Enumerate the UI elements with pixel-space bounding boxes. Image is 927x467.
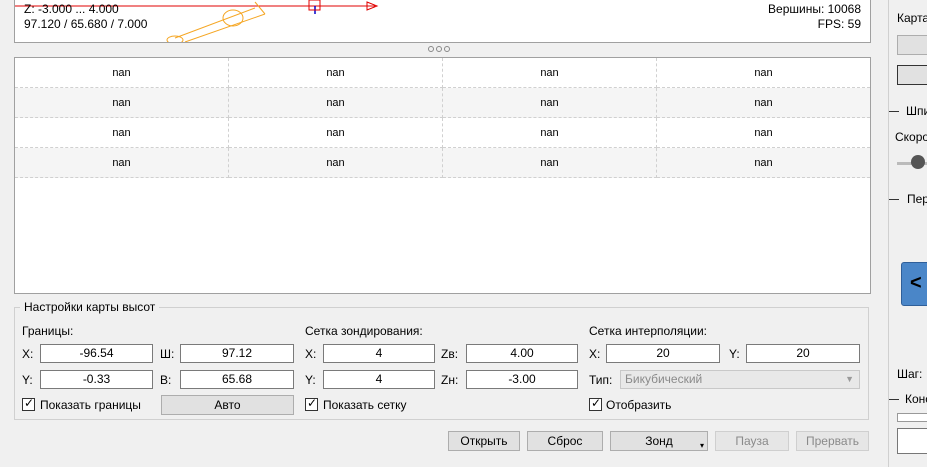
interp-y-input[interactable]: 20	[746, 344, 860, 363]
bounds-height-label: В:	[160, 373, 172, 387]
jog-left-button[interactable]: <	[901, 262, 927, 306]
fps-readout: FPS: 59	[817, 17, 861, 31]
bounds-y-input[interactable]: -0.33	[40, 370, 153, 389]
z-range-readout: Z: -3.000 ... 4.000	[24, 2, 119, 16]
heightmap-settings-title: Настройки карты высот	[20, 300, 160, 314]
interp-type-select[interactable]: Бикубический ▼	[620, 370, 860, 389]
table-cell[interactable]: nan	[229, 58, 443, 88]
table-cell[interactable]: nan	[443, 88, 657, 118]
heightmap-settings-group	[14, 307, 869, 420]
table-cell[interactable]: nan	[657, 118, 870, 148]
jog-title: Пер	[907, 192, 927, 206]
chevron-left-icon: <	[910, 272, 922, 294]
show-bounds-checkbox[interactable]	[22, 396, 35, 411]
show-grid-label[interactable]: Показать сетку	[323, 398, 407, 412]
abort-button[interactable]: Прервать	[796, 431, 869, 451]
probe-x-input[interactable]: 4	[323, 344, 435, 363]
interp-type-label: Тип:	[589, 373, 613, 387]
pause-button[interactable]: Пауза	[715, 431, 789, 451]
speed-slider-handle[interactable]	[911, 155, 925, 169]
probe-y-input[interactable]: 4	[323, 370, 435, 389]
bounds-label: Границы:	[22, 324, 74, 338]
table-cell[interactable]: nan	[657, 148, 870, 178]
interp-x-input[interactable]: 20	[606, 344, 720, 363]
panel-divider	[888, 0, 889, 467]
table-cell[interactable]: nan	[15, 58, 229, 88]
auto-button[interactable]: Авто	[161, 395, 294, 415]
show-interp-label[interactable]: Отобразить	[606, 398, 671, 412]
table-cell[interactable]: nan	[229, 118, 443, 148]
speed-label: Скоро	[895, 130, 927, 144]
map-button-2[interactable]	[897, 65, 927, 85]
3d-viewport[interactable]: Z: -3.000 ... 4.000 97.120 / 65.680 / 7.…	[14, 0, 871, 43]
open-button[interactable]: Открыть	[448, 431, 520, 451]
table-cell[interactable]: nan	[443, 148, 657, 178]
spindle-title: Шпи	[906, 104, 927, 118]
probe-ztop-label: Zв:	[441, 347, 459, 361]
interp-x-label: X:	[589, 347, 601, 361]
table-cell[interactable]: nan	[229, 148, 443, 178]
heightmap-table[interactable]: nan nan nan nan nan nan nan nan nan nan …	[14, 57, 871, 294]
chevron-down-icon: ▼	[845, 374, 854, 384]
vertices-readout: Вершины: 10068	[768, 2, 861, 16]
table-row: nan nan nan nan	[15, 58, 870, 88]
bounds-x-label: X:	[22, 347, 34, 361]
bounds-width-input[interactable]: 97.12	[180, 344, 294, 363]
interp-type-value: Бикубический	[625, 372, 703, 386]
bounds-x-input[interactable]: -96.54	[40, 344, 153, 363]
console-input[interactable]	[897, 428, 927, 454]
probe-button[interactable]: Зонд ▾	[610, 431, 708, 451]
reset-button[interactable]: Сброс	[527, 431, 603, 451]
table-cell[interactable]: nan	[15, 88, 229, 118]
dimensions-readout: 97.120 / 65.680 / 7.000	[24, 17, 148, 31]
collapse-icon[interactable]	[889, 111, 899, 112]
probe-zbottom-input[interactable]: -3.00	[466, 370, 578, 389]
probe-grid-label: Сетка зондирования:	[305, 324, 423, 338]
table-row: nan nan nan nan	[15, 148, 870, 178]
table-row: nan nan nan nan	[15, 88, 870, 118]
interp-grid-label: Сетка интерполяции:	[589, 324, 708, 338]
collapse-icon[interactable]	[889, 399, 899, 400]
show-interp-checkbox[interactable]	[589, 396, 602, 411]
bounds-height-input[interactable]: 65.68	[180, 370, 294, 389]
show-bounds-label[interactable]: Показать границы	[40, 398, 141, 412]
table-row: nan nan nan nan	[15, 118, 870, 148]
interp-y-label: Y:	[729, 347, 740, 361]
table-cell[interactable]: nan	[443, 58, 657, 88]
table-cell[interactable]: nan	[229, 88, 443, 118]
right-panel: Карта Шпи Скоро Пер < Шаг: Конс	[877, 0, 927, 467]
table-cell[interactable]: nan	[15, 118, 229, 148]
table-cell[interactable]: nan	[15, 148, 229, 178]
table-cell[interactable]: nan	[443, 118, 657, 148]
probe-y-label: Y:	[305, 373, 316, 387]
probe-zbottom-label: Zн:	[441, 373, 459, 387]
probe-x-label: X:	[305, 347, 317, 361]
step-label: Шаг:	[897, 367, 923, 381]
probe-ztop-input[interactable]: 4.00	[466, 344, 578, 363]
map-label: Карта	[897, 11, 927, 25]
table-cell[interactable]: nan	[657, 58, 870, 88]
console-scrollbar[interactable]	[897, 413, 927, 422]
table-cell[interactable]: nan	[657, 88, 870, 118]
splitter-handle[interactable]	[427, 44, 453, 54]
probe-button-label: Зонд	[645, 434, 673, 448]
menu-arrow-icon: ▾	[699, 441, 704, 450]
bounds-width-label: Ш:	[160, 347, 175, 361]
bounds-y-label: Y:	[22, 373, 33, 387]
collapse-icon[interactable]	[889, 199, 899, 200]
map-button-1[interactable]	[897, 35, 927, 55]
show-grid-checkbox[interactable]	[305, 396, 318, 411]
console-title: Конс	[905, 392, 927, 406]
